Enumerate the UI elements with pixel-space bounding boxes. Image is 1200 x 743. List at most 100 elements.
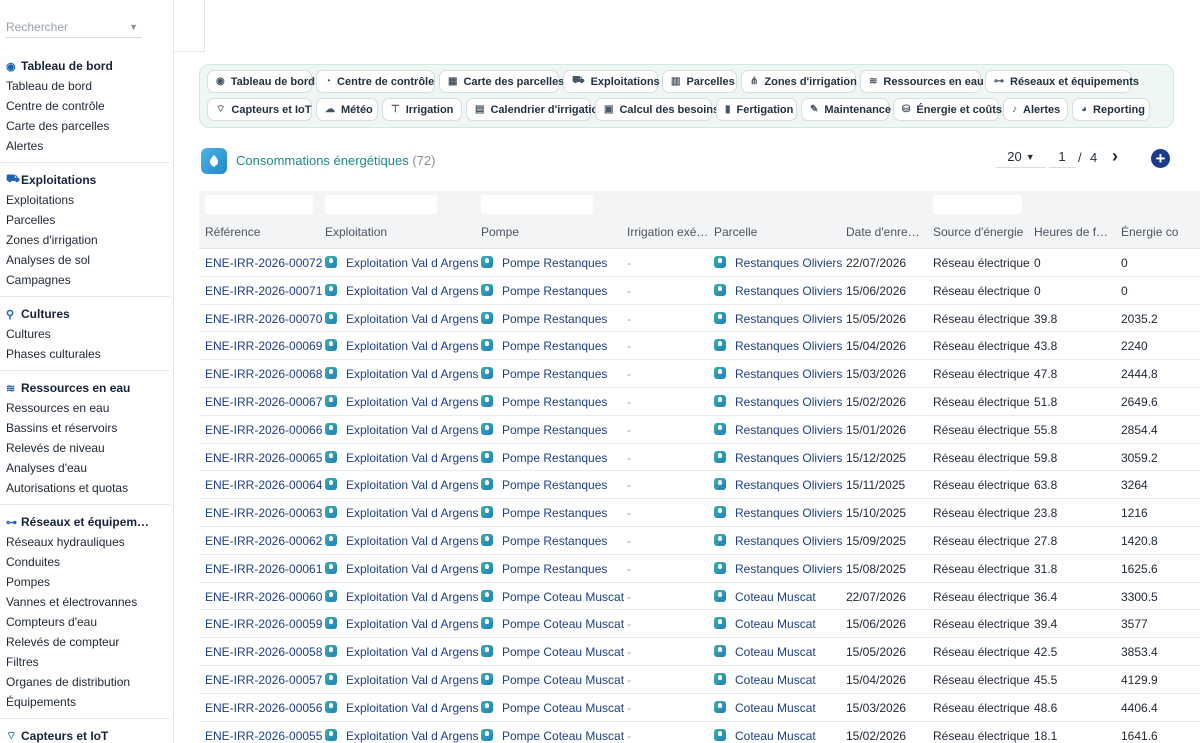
exploitation-link[interactable]: Exploitation Val d Argens bbox=[346, 284, 479, 298]
sidebar-item[interactable]: Analyses d'eau bbox=[0, 458, 173, 478]
quicknav-sitemap-button[interactable]: ⋔ Zones d'irrigation bbox=[741, 70, 857, 93]
sidebar-item[interactable]: Vannes et électrovannes bbox=[0, 592, 173, 612]
exploitation-link[interactable]: Exploitation Val d Argens bbox=[346, 451, 479, 465]
exploitation-link[interactable]: Exploitation Val d Argens bbox=[346, 590, 479, 604]
exploitation-link[interactable]: Exploitation Val d Argens bbox=[346, 367, 479, 381]
quicknav-calendar-button[interactable]: ▤ Calendrier d'irrigation bbox=[466, 98, 605, 121]
parcel-link[interactable]: Restanques Oliviers bbox=[735, 256, 842, 270]
column-header[interactable]: Irrigation exé… bbox=[627, 225, 709, 239]
sidebar-section-header[interactable]: ⚲ Cultures bbox=[0, 304, 173, 324]
reference-link[interactable]: ENE-IRR-2026-00057 bbox=[205, 673, 322, 687]
parcel-link[interactable]: Restanques Oliviers bbox=[735, 395, 842, 409]
exploitation-link[interactable]: Exploitation Val d Argens bbox=[346, 645, 479, 659]
quicknav-network-button[interactable]: ⊶ Réseaux et équipements bbox=[985, 70, 1139, 93]
sidebar-item[interactable]: Zones d'irrigation bbox=[0, 230, 173, 250]
pump-link[interactable]: Pompe Restanques bbox=[502, 478, 607, 492]
pump-link[interactable]: Pompe Restanques bbox=[502, 256, 607, 270]
exploitation-link[interactable]: Exploitation Val d Argens bbox=[346, 534, 479, 548]
column-header[interactable]: Date d'enreg… bbox=[846, 225, 926, 239]
table-row[interactable]: ENE-IRR-2026-00068 Exploitation Val d Arg… bbox=[199, 360, 1200, 388]
parcel-link[interactable]: Coteau Muscat bbox=[735, 701, 816, 715]
exploitation-link[interactable]: Exploitation Val d Argens bbox=[346, 339, 479, 353]
parcel-link[interactable]: Coteau Muscat bbox=[735, 673, 816, 687]
column-filter-input[interactable] bbox=[325, 195, 437, 214]
pump-link[interactable]: Pompe Restanques bbox=[502, 284, 607, 298]
sidebar-item[interactable]: Relevés de compteur bbox=[0, 632, 173, 652]
pump-link[interactable]: Pompe Restanques bbox=[502, 451, 607, 465]
quicknav-tractor-button[interactable]: ⛟ Exploitations bbox=[563, 70, 660, 93]
table-row[interactable]: ENE-IRR-2026-00064 Exploitation Val d Arg… bbox=[199, 471, 1200, 500]
sidebar-item[interactable]: Exploitations bbox=[0, 190, 173, 210]
reference-link[interactable]: ENE-IRR-2026-00070 bbox=[205, 312, 322, 326]
parcel-link[interactable]: Restanques Oliviers bbox=[735, 423, 842, 437]
parcel-link[interactable]: Restanques Oliviers bbox=[735, 478, 842, 492]
parcel-link[interactable]: Coteau Muscat bbox=[735, 645, 816, 659]
column-header[interactable]: Exploitation bbox=[325, 225, 475, 239]
quicknav-wrench-button[interactable]: ✎ Maintenance bbox=[801, 98, 891, 121]
quicknav-pie-chart-button[interactable]: ◕ Reporting bbox=[1072, 98, 1150, 121]
exploitation-link[interactable]: Exploitation Val d Argens bbox=[346, 701, 479, 715]
sidebar-item[interactable]: Analyses de sol bbox=[0, 250, 173, 270]
table-row[interactable]: ENE-IRR-2026-00063 Exploitation Val d Arg… bbox=[199, 499, 1200, 527]
table-row[interactable]: ENE-IRR-2026-00071 Exploitation Val d Arg… bbox=[199, 277, 1200, 305]
table-row[interactable]: ENE-IRR-2026-00056 Exploitation Val d Arg… bbox=[199, 694, 1200, 722]
reference-link[interactable]: ENE-IRR-2026-00060 bbox=[205, 590, 322, 604]
sidebar-item[interactable]: Pompes bbox=[0, 572, 173, 592]
pump-link[interactable]: Pompe Restanques bbox=[502, 339, 607, 353]
add-record-button[interactable]: + bbox=[1151, 149, 1170, 168]
reference-link[interactable]: ENE-IRR-2026-00064 bbox=[205, 478, 322, 492]
sidebar-item[interactable]: Campagnes bbox=[0, 270, 173, 290]
exploitation-link[interactable]: Exploitation Val d Argens bbox=[346, 729, 479, 743]
parcel-link[interactable]: Coteau Muscat bbox=[735, 617, 816, 631]
sidebar-item[interactable]: Autorisations et quotas bbox=[0, 478, 173, 498]
reference-link[interactable]: ENE-IRR-2026-00072 bbox=[205, 256, 322, 270]
table-row[interactable]: ENE-IRR-2026-00059 Exploitation Val d Arg… bbox=[199, 610, 1200, 639]
sidebar-section-header[interactable]: ⊶ Réseaux et équipem… bbox=[0, 512, 173, 532]
sidebar-item[interactable]: Phases culturales bbox=[0, 344, 173, 364]
table-row[interactable]: ENE-IRR-2026-00061 Exploitation Val d Arg… bbox=[199, 555, 1200, 583]
column-header[interactable]: Heures de fo… bbox=[1034, 225, 1114, 239]
column-filter-input[interactable] bbox=[481, 195, 593, 214]
reference-link[interactable]: ENE-IRR-2026-00061 bbox=[205, 562, 322, 576]
pump-link[interactable]: Pompe Restanques bbox=[502, 395, 607, 409]
parcel-link[interactable]: Restanques Oliviers bbox=[735, 562, 842, 576]
column-filter-input[interactable] bbox=[205, 195, 313, 214]
column-header[interactable]: Parcelle bbox=[714, 225, 839, 239]
table-row[interactable]: ENE-IRR-2026-00057 Exploitation Val d Arg… bbox=[199, 666, 1200, 694]
pump-link[interactable]: Pompe Coteau Muscat bbox=[502, 673, 624, 687]
quicknav-flask-button[interactable]: ▮ Fertigation bbox=[716, 98, 797, 121]
reference-link[interactable]: ENE-IRR-2026-00056 bbox=[205, 701, 322, 715]
sidebar-item[interactable]: Bassins et réservoirs bbox=[0, 418, 173, 438]
exploitation-link[interactable]: Exploitation Val d Argens bbox=[346, 423, 479, 437]
sidebar-item[interactable]: Réseaux hydrauliques bbox=[0, 532, 173, 552]
exploitation-link[interactable]: Exploitation Val d Argens bbox=[346, 478, 479, 492]
reference-link[interactable]: ENE-IRR-2026-00069 bbox=[205, 339, 322, 353]
pump-link[interactable]: Pompe Restanques bbox=[502, 506, 607, 520]
sidebar-item[interactable]: Cultures bbox=[0, 324, 173, 344]
reference-link[interactable]: ENE-IRR-2026-00068 bbox=[205, 367, 322, 381]
quicknav-coins-button[interactable]: ⛁ Énergie et coûts bbox=[893, 98, 1002, 121]
table-row[interactable]: ENE-IRR-2026-00058 Exploitation Val d Arg… bbox=[199, 638, 1200, 666]
sidebar-item[interactable]: Alertes bbox=[0, 136, 173, 156]
quicknav-map-button[interactable]: ▥ Parcelles bbox=[662, 70, 737, 93]
table-row[interactable]: ENE-IRR-2026-00060 Exploitation Val d Arg… bbox=[199, 583, 1200, 611]
table-row[interactable]: ENE-IRR-2026-00055 Exploitation Val d Arg… bbox=[199, 722, 1200, 743]
reference-link[interactable]: ENE-IRR-2026-00067 bbox=[205, 395, 322, 409]
reference-link[interactable]: ENE-IRR-2026-00062 bbox=[205, 534, 322, 548]
sidebar-item[interactable]: Compteurs d'eau bbox=[0, 612, 173, 632]
exploitation-link[interactable]: Exploitation Val d Argens bbox=[346, 506, 479, 520]
sidebar-item[interactable]: Carte des parcelles bbox=[0, 116, 173, 136]
sidebar-section-header[interactable]: ⌔ Capteurs et IoT bbox=[0, 726, 173, 743]
exploitation-link[interactable]: Exploitation Val d Argens bbox=[346, 256, 479, 270]
column-header[interactable]: Source d'énergie bbox=[933, 225, 1028, 239]
column-header[interactable]: Énergie co bbox=[1121, 225, 1200, 239]
reference-link[interactable]: ENE-IRR-2026-00063 bbox=[205, 506, 322, 520]
search-select[interactable]: Rechercher ▼ bbox=[6, 16, 142, 38]
pump-link[interactable]: Pompe Restanques bbox=[502, 534, 607, 548]
table-row[interactable]: ENE-IRR-2026-00070 Exploitation Val d Arg… bbox=[199, 305, 1200, 333]
quicknav-faucet-button[interactable]: ⊤ Irrigation bbox=[382, 98, 462, 121]
quicknav-control-button[interactable]: ◔ Centre de contrôle bbox=[316, 70, 435, 93]
table-row[interactable]: ENE-IRR-2026-00062 Exploitation Val d Arg… bbox=[199, 527, 1200, 555]
sidebar-item[interactable]: Tableau de bord bbox=[0, 76, 173, 96]
sidebar-section-header[interactable]: ≋ Ressources en eau bbox=[0, 378, 173, 398]
